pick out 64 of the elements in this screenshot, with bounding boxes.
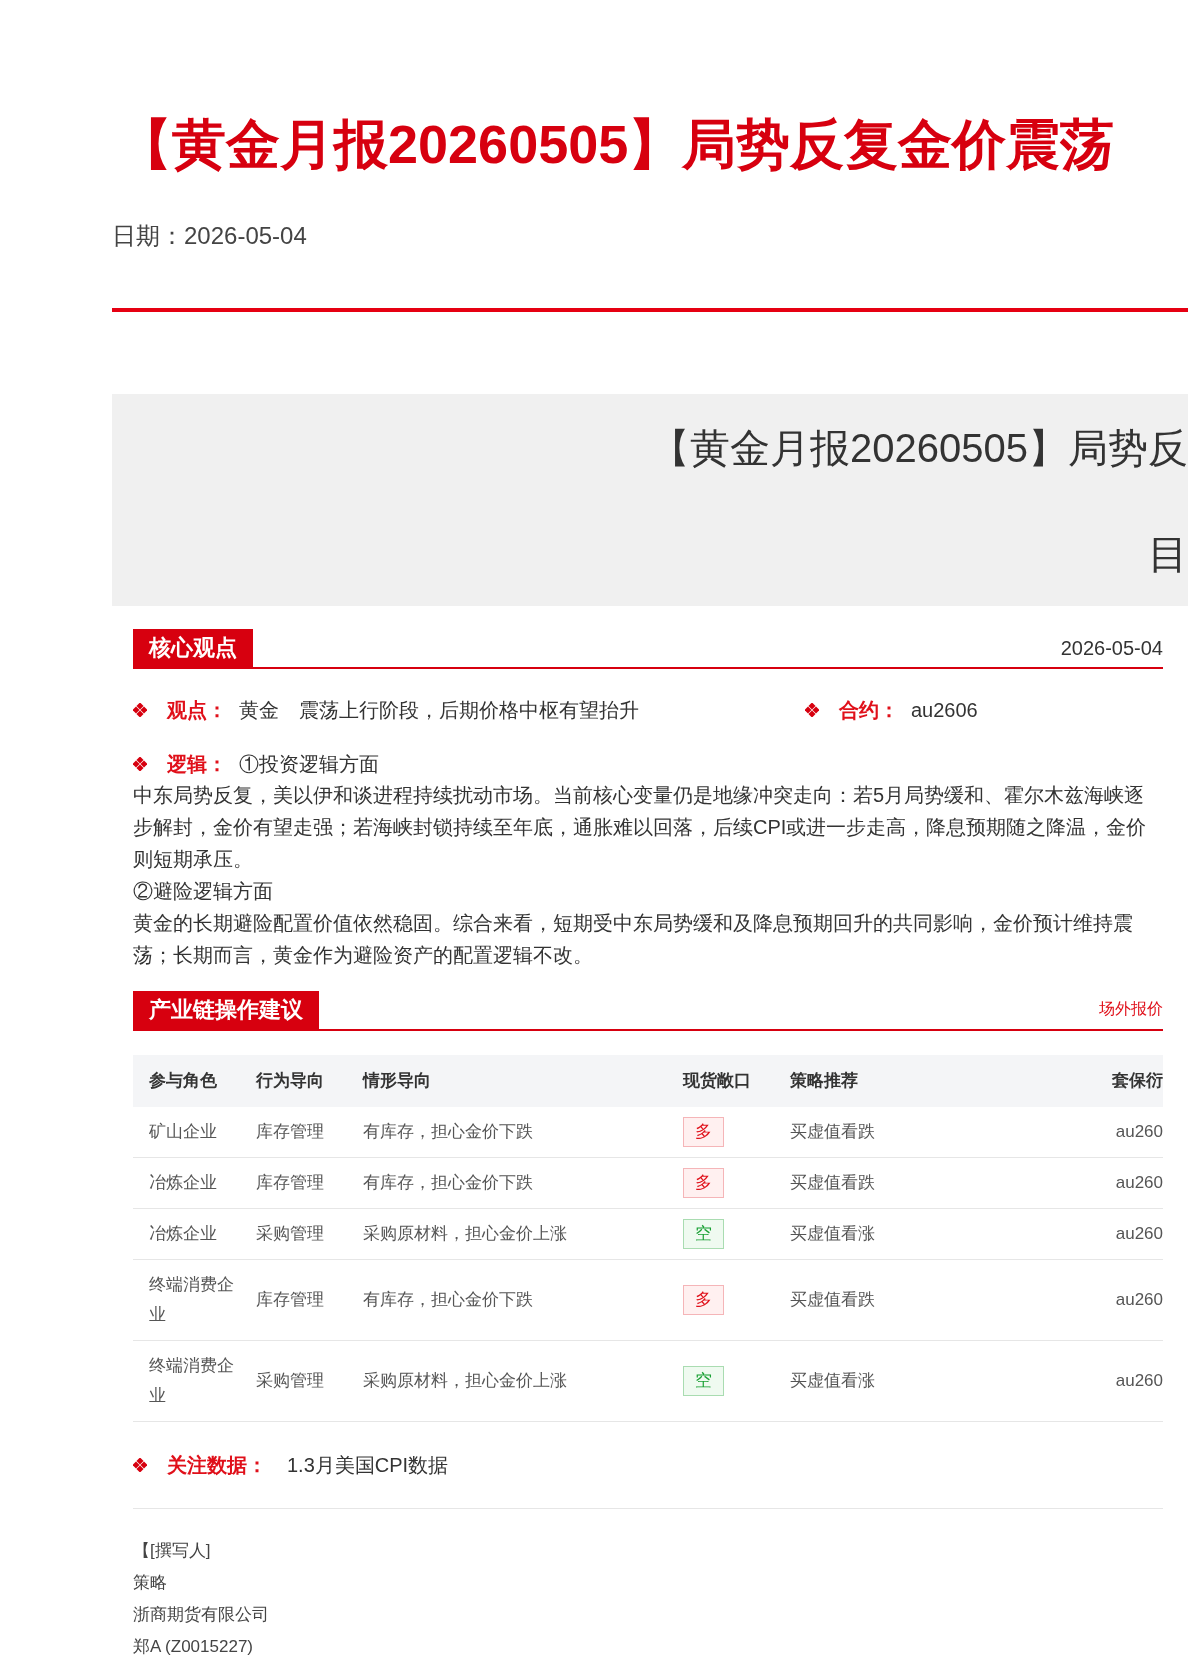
logic-paragraph: 黄金的长期避险配置价值依然稳固。综合来看，短期受中东局势缓和及降息预期回升的共同影响，金价预计维持震荡；长期而言，黄金作为避险资产的配置逻辑不改。 — [133, 911, 1134, 968]
logic-paragraph: 中东局势反复，美以伊和谈进程持续扰动市场。当前核心变量仍是地缘冲突走向：若5月局势缓和、霍尔木兹海峡逐步解封，金价有望走强；若海峡封锁持续至年底，通胀难以回落，后续CPI或进一步走高，降息预期随之降温，金价则短期承压。 — [133, 783, 1148, 872]
view-asset: 黄金 — [239, 698, 279, 723]
column-header: 策略推荐 — [774, 1055, 1033, 1107]
exposure-tag: 多 — [683, 1285, 724, 1315]
column-header: 现货敞口 — [667, 1055, 774, 1107]
banner-title: 【黄金月报20260505】局势反 — [650, 425, 1188, 472]
table-cell: 有库存，担心金价下跌 — [347, 1259, 667, 1341]
exposure-tag: 空 — [683, 1219, 724, 1249]
table-cell: 终端消费企业 — [133, 1259, 240, 1341]
author-line: 策略 — [133, 1572, 168, 1594]
contract-value: au2606 — [911, 698, 978, 723]
table-cell: au260 — [1032, 1157, 1163, 1209]
table-cell: 库存管理 — [240, 1107, 347, 1158]
table-cell: 买虚值看涨 — [774, 1340, 1033, 1422]
banner-subtitle: 目 — [1148, 531, 1188, 578]
contract-label: 合约： — [839, 698, 899, 723]
author-line: 郑A (Z0015227) — [133, 1636, 254, 1658]
section-heading: 核心观点 — [133, 629, 253, 667]
table-cell: 终端消费企业 — [133, 1340, 240, 1422]
table-cell: au260 — [1032, 1340, 1163, 1422]
table-cell: au260 — [1032, 1259, 1163, 1341]
table-cell: 有库存，担心金价下跌 — [347, 1107, 667, 1158]
focus-value: 1.3月美国CPI数据 — [287, 1453, 449, 1478]
author-line: 【[撰写人] — [133, 1540, 212, 1562]
otc-quote-link[interactable]: 场外报价 — [1099, 997, 1163, 1029]
table-cell: 买虚值看涨 — [774, 1208, 1033, 1260]
bullet-icon — [805, 703, 819, 717]
focus-label: 关注数据： — [167, 1453, 267, 1478]
logic-paragraph: ②避险逻辑方面 — [133, 879, 274, 904]
exposure-tag: 多 — [683, 1117, 724, 1147]
bullet-icon — [133, 757, 147, 771]
table-cell: 矿山企业 — [133, 1107, 240, 1158]
table-cell: 库存管理 — [240, 1259, 347, 1341]
section-date: 2026-05-04 — [1060, 636, 1163, 661]
column-header: 套保衍 — [1032, 1055, 1163, 1107]
table-cell: 冶炼企业 — [133, 1208, 240, 1260]
table-cell: 采购原材料，担心金价上涨 — [347, 1208, 667, 1260]
column-header: 参与角色 — [133, 1055, 240, 1107]
exposure-tag: 空 — [683, 1366, 724, 1396]
table-cell: 冶炼企业 — [133, 1157, 240, 1209]
logic-label: 逻辑： — [167, 752, 227, 777]
bullet-icon — [133, 1458, 147, 1472]
publish-date: 日期：2026-05-04 — [112, 221, 308, 251]
table-cell: 买虚值看跌 — [774, 1107, 1033, 1158]
table-cell: au260 — [1032, 1208, 1163, 1260]
section-heading: 产业链操作建议 — [133, 991, 319, 1029]
table-cell: 采购原材料，担心金价上涨 — [347, 1340, 667, 1422]
table-cell: 买虚值看跌 — [774, 1157, 1033, 1209]
table-cell: 买虚值看跌 — [774, 1259, 1033, 1341]
table-cell: 采购管理 — [240, 1208, 347, 1260]
table-cell: 采购管理 — [240, 1340, 347, 1422]
page-title: 【黄金月报20260505】局势反复金价震荡 — [118, 113, 1116, 176]
logic-heading: ①投资逻辑方面 — [239, 752, 379, 777]
exposure-tag: 多 — [683, 1168, 724, 1198]
table-cell: 库存管理 — [240, 1157, 347, 1209]
view-label: 观点： — [167, 698, 227, 723]
view-text: 震荡上行阶段，后期价格中枢有望抬升 — [299, 698, 639, 723]
table-cell: 有库存，担心金价下跌 — [347, 1157, 667, 1209]
author-line: 浙商期货有限公司 — [133, 1604, 270, 1626]
bullet-icon — [133, 703, 147, 717]
table-cell: au260 — [1032, 1107, 1163, 1158]
column-header: 行为导向 — [240, 1055, 347, 1107]
column-header: 情形导向 — [347, 1055, 667, 1107]
